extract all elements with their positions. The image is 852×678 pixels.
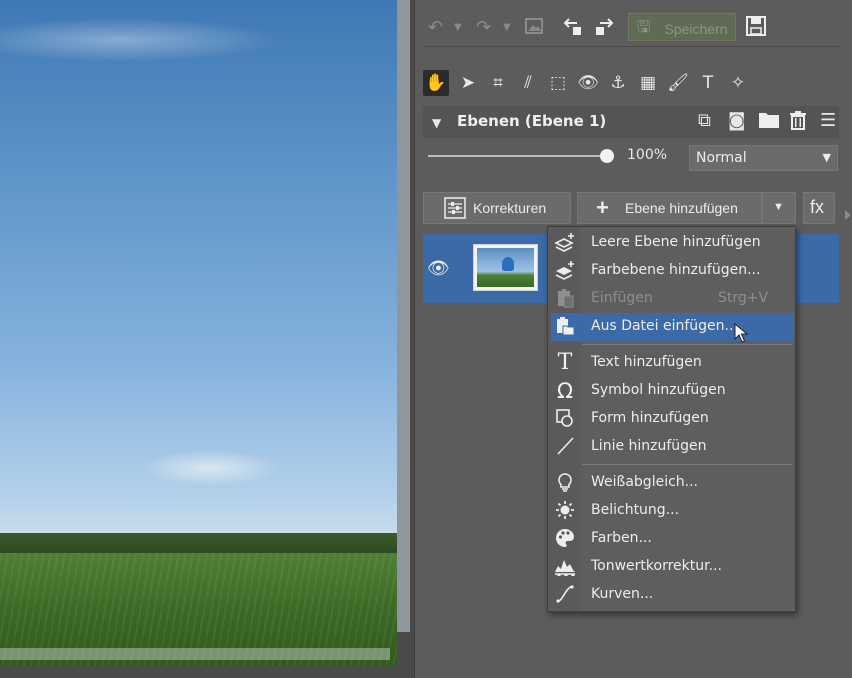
collapse-triangle-icon[interactable]: ▼ <box>432 112 441 134</box>
paste-shortcut: Strg+V <box>718 290 769 306</box>
light-bulb-icon <box>553 472 577 494</box>
menu-item-add-shape[interactable]: Form hinzufügen <box>548 405 795 433</box>
empty-layer-icon <box>553 232 577 254</box>
effects-stars-icon[interactable]: ✧ <box>725 70 751 96</box>
panel-expand-arrow-icon[interactable] <box>845 210 851 220</box>
layers-panel-title: Ebenen (Ebene 1) <box>457 112 607 130</box>
redo-icon[interactable]: ↷ <box>476 16 491 40</box>
hamburger-menu-icon[interactable]: ☰ <box>820 110 836 132</box>
menu-separator <box>582 344 792 345</box>
save-button[interactable]: 🖫 Speichern <box>628 13 736 41</box>
menu-item-empty-layer[interactable]: Leere Ebene hinzufügen <box>548 229 795 257</box>
menu-item-add-line[interactable]: Linie hinzufügen <box>548 433 795 461</box>
paste-icon <box>553 288 577 310</box>
image-canvas[interactable] <box>0 0 415 678</box>
color-layer-icon <box>553 260 577 282</box>
text-omega-icon[interactable]: T <box>695 70 721 96</box>
select-arrow-icon[interactable]: ➤ <box>455 70 481 96</box>
menu-item-white-balance[interactable]: Weißabgleich... <box>548 469 795 497</box>
menu-separator <box>582 464 792 465</box>
undo-icon[interactable]: ↶ <box>428 16 443 40</box>
fx-label: fx <box>810 197 825 217</box>
curves-icon <box>553 584 577 606</box>
save-button-label: Speichern <box>664 21 728 37</box>
menu-item-colors[interactable]: Farben... <box>548 525 795 553</box>
menu-item-levels[interactable]: Tonwertkorrektur... <box>548 553 795 581</box>
menu-item-color-layer[interactable]: Farbebene hinzufügen... <box>548 257 795 285</box>
add-layer-dropdown-button[interactable]: ▼ <box>762 192 796 224</box>
levels-icon <box>553 556 577 578</box>
fx-button[interactable]: fx <box>803 192 835 224</box>
folder-icon[interactable] <box>758 110 780 136</box>
text-icon: T <box>557 350 573 375</box>
straighten-icon[interactable]: ⫽ <box>515 70 541 96</box>
save-floppy-icon: 🖫 <box>637 19 651 36</box>
brush-icon[interactable]: 🖌 <box>665 70 691 96</box>
layer-thumbnail <box>473 244 538 291</box>
rotate-right-icon[interactable] <box>592 15 614 44</box>
menu-item-paste: Einfügen Strg+V <box>548 285 795 313</box>
transform-icon[interactable]: ⬚ <box>545 70 571 96</box>
opacity-value: 100% <box>627 147 668 163</box>
plus-icon: + <box>596 195 609 220</box>
retouch-icon[interactable]: ⚓ <box>605 70 631 96</box>
palette-icon <box>553 528 577 550</box>
opacity-slider-track[interactable] <box>428 155 608 157</box>
blend-mode-value: Normal <box>696 150 747 166</box>
menu-item-curves[interactable]: Kurven... <box>548 581 795 609</box>
add-layer-button[interactable]: + Ebene hinzufügen <box>577 192 762 224</box>
hand-tool-icon[interactable]: ✋ <box>423 70 449 96</box>
sun-icon <box>553 500 577 522</box>
menu-item-add-text[interactable]: T Text hinzufügen <box>548 349 795 377</box>
chevron-down-icon: ▼ <box>822 151 831 164</box>
paste-from-file-icon <box>553 316 577 338</box>
redo-dropdown-icon[interactable]: ▼ <box>503 16 511 40</box>
layer-mask-icon[interactable]: ◙ <box>728 110 745 132</box>
crop-icon[interactable]: ⌗ <box>485 70 511 96</box>
undo-dropdown-icon[interactable]: ▼ <box>454 16 462 40</box>
redeye-icon[interactable]: 👁 <box>575 70 601 96</box>
shape-icon <box>553 408 577 430</box>
mouse-pointer-icon <box>734 323 749 343</box>
line-icon <box>553 436 577 458</box>
photo-treeline <box>0 533 397 555</box>
menu-item-paste-from-file[interactable]: Aus Datei einfügen... <box>551 313 793 341</box>
image-history-icon[interactable] <box>524 16 544 43</box>
menu-item-exposure[interactable]: Belichtung... <box>548 497 795 525</box>
trash-icon[interactable] <box>789 110 807 136</box>
blend-mode-select[interactable]: Normal ▼ <box>689 145 838 171</box>
grid-warp-icon[interactable]: ▦ <box>635 70 661 96</box>
add-layer-menu: Leere Ebene hinzufügen Farbebene hinzufü… <box>547 226 796 612</box>
corrections-button[interactable]: Korrekturen <box>423 192 571 224</box>
save-as-icon[interactable] <box>745 15 767 44</box>
omega-symbol-icon: Ω <box>556 379 574 403</box>
add-layer-label: Ebene hinzufügen <box>625 200 738 216</box>
sliders-icon <box>444 197 466 222</box>
corrections-label: Korrekturen <box>473 200 547 216</box>
duplicate-layer-icon[interactable]: ⧉ <box>698 110 711 132</box>
visibility-eye-icon[interactable]: 👁 <box>427 258 450 279</box>
opacity-slider-handle[interactable] <box>600 149 614 163</box>
canvas-vertical-scrollbar[interactable] <box>397 0 410 632</box>
chevron-down-icon: ▼ <box>773 201 784 213</box>
canvas-horizontal-scrollbar[interactable] <box>0 648 390 660</box>
menu-item-add-symbol[interactable]: Ω Symbol hinzufügen <box>548 377 795 405</box>
rotate-left-icon[interactable] <box>563 15 585 44</box>
